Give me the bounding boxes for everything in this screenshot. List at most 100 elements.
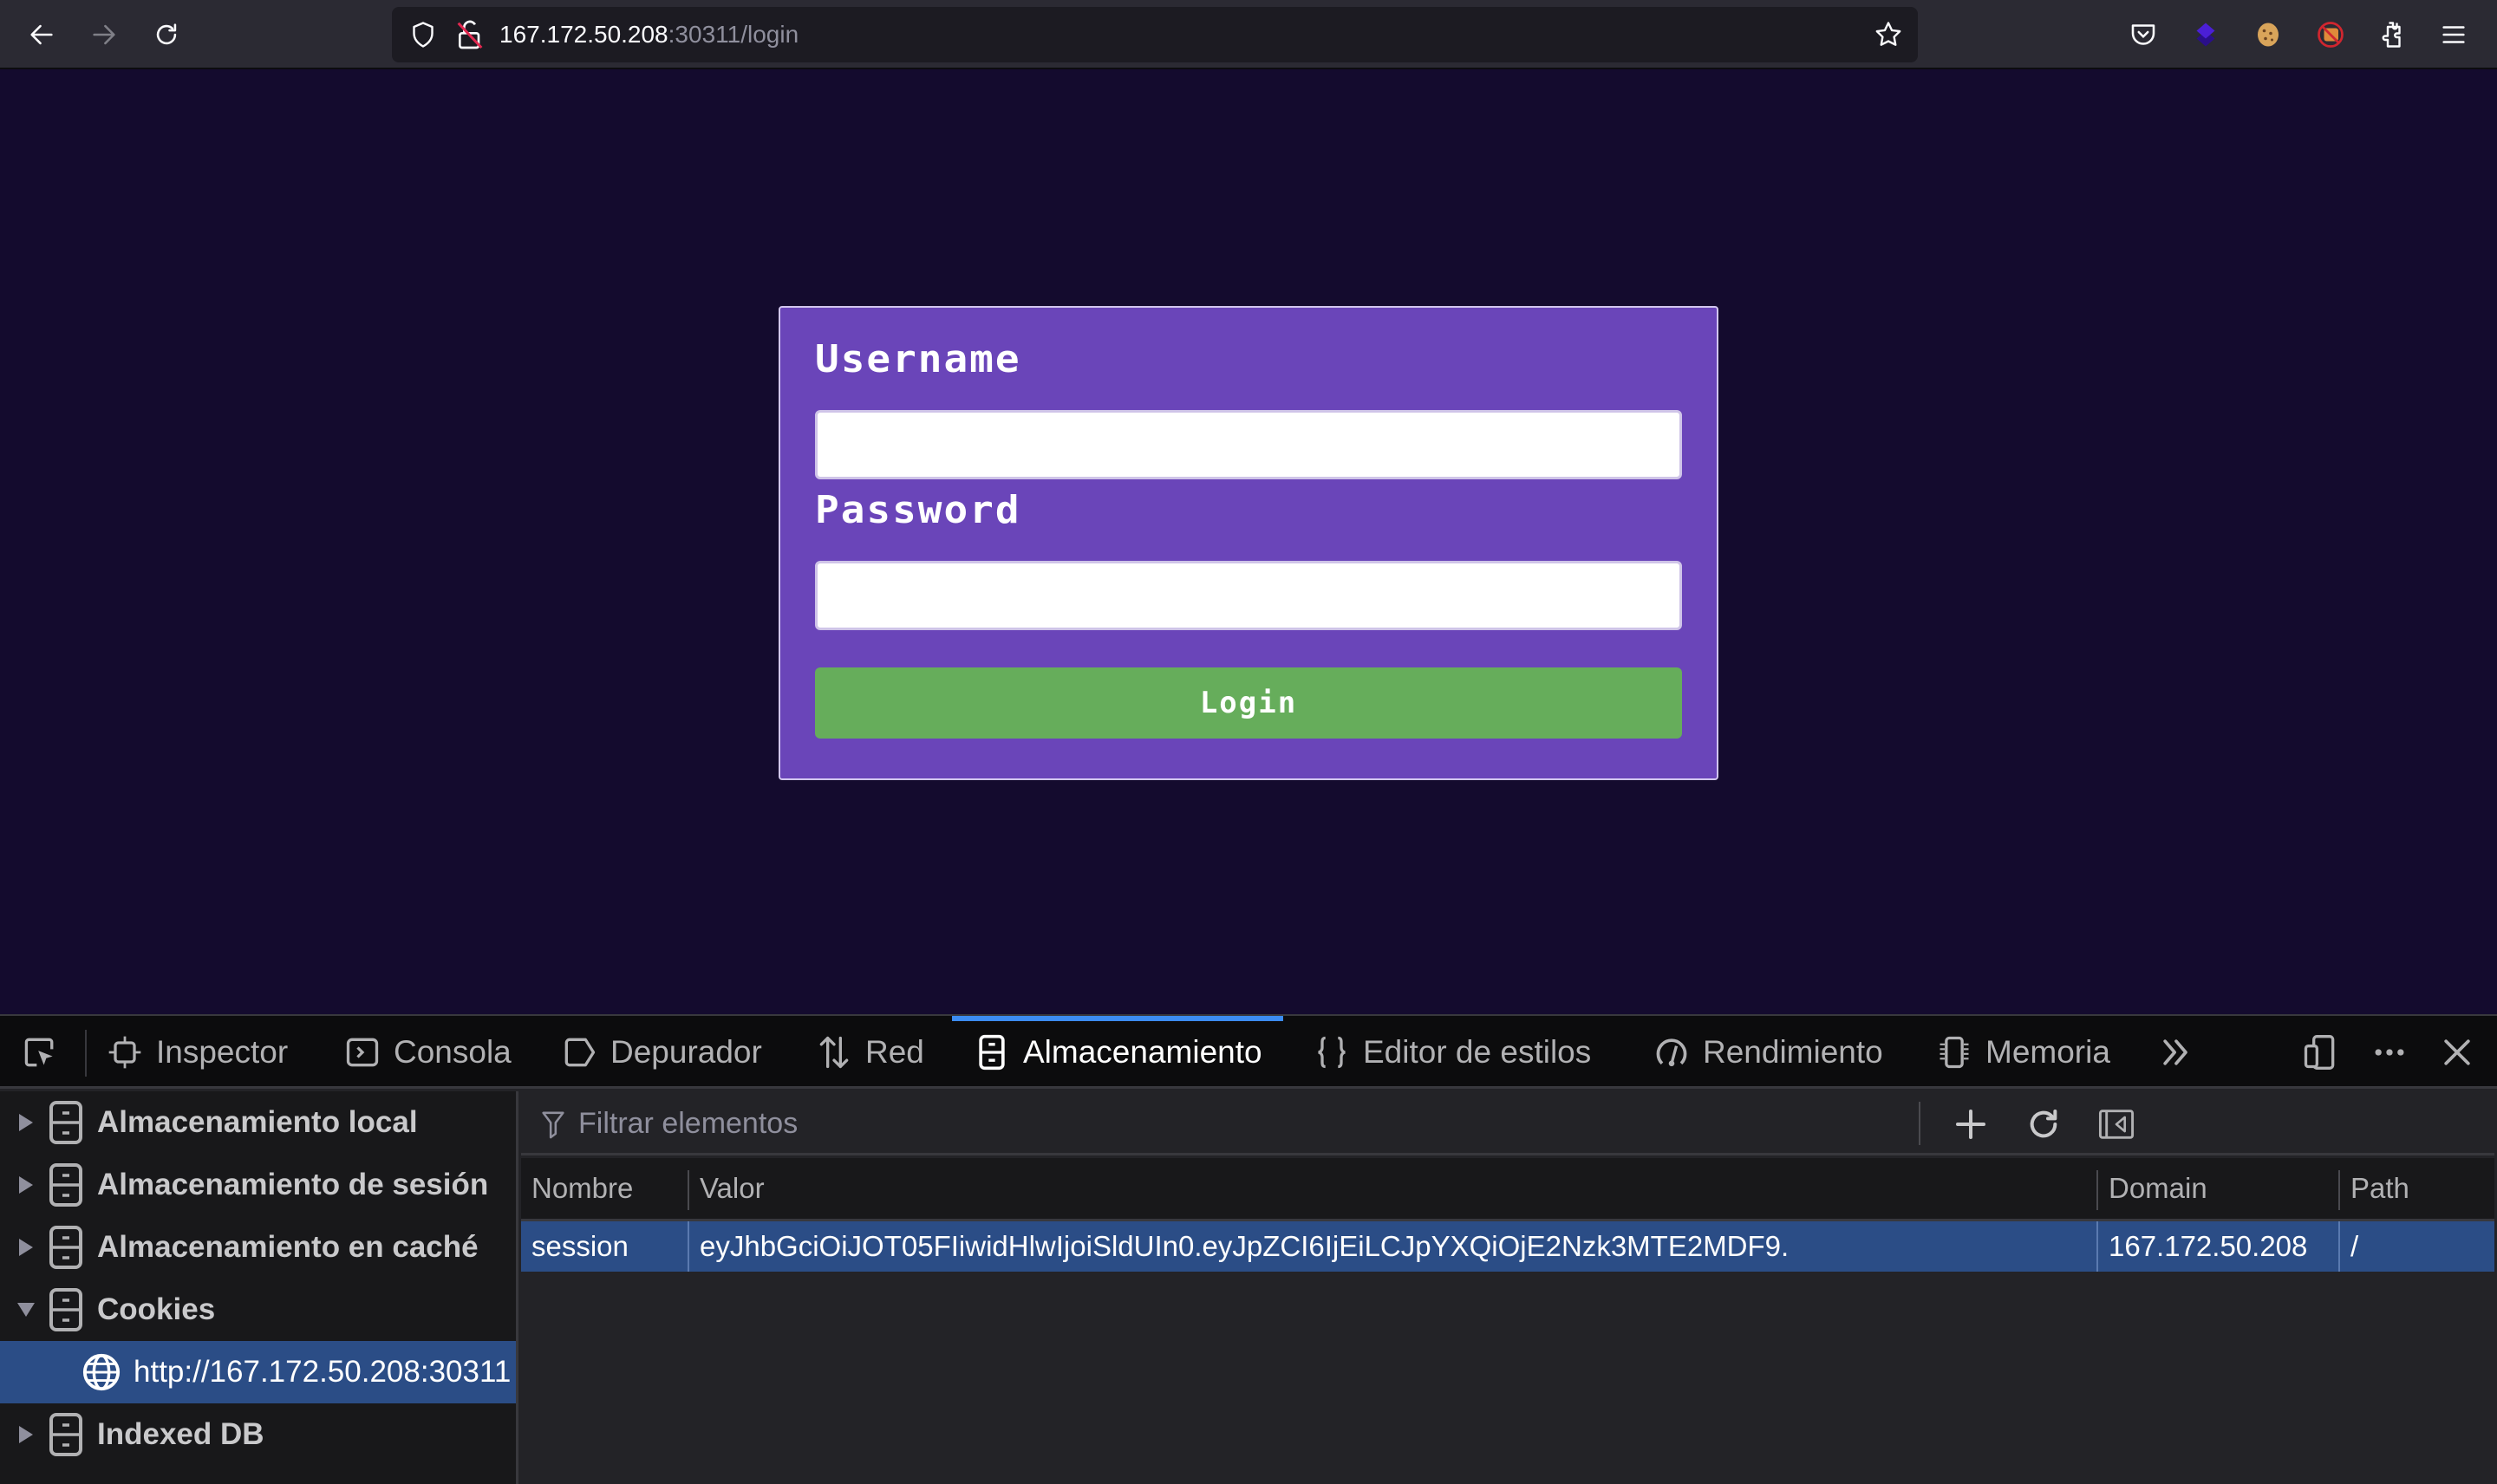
hamburger-menu-icon bbox=[2442, 26, 2465, 43]
tab-label: Inspector bbox=[156, 1034, 289, 1070]
page-content: Username Password Login bbox=[0, 69, 2497, 1014]
tab-label: Depurador bbox=[610, 1034, 762, 1070]
devtools-tab-bar: Inspector Consola Depurador Red Almacena… bbox=[0, 1016, 2497, 1089]
tab-label: Almacenamiento bbox=[1023, 1034, 1262, 1070]
cookie-path-cell[interactable]: / bbox=[2340, 1221, 2494, 1272]
expand-arrow-icon[interactable] bbox=[17, 1239, 35, 1256]
tab-inspector[interactable]: Inspector bbox=[106, 1016, 288, 1089]
expand-arrow-icon[interactable] bbox=[17, 1426, 35, 1443]
tab-separator bbox=[85, 1030, 87, 1077]
tree-item-label: Almacenamiento local bbox=[97, 1105, 418, 1139]
memory-icon bbox=[1940, 1036, 1969, 1069]
arrow-right-icon bbox=[93, 24, 115, 45]
password-input[interactable] bbox=[815, 561, 1682, 630]
network-icon bbox=[819, 1036, 849, 1069]
globe-icon bbox=[82, 1353, 121, 1391]
storage-table-panel: Nombre Valor Domain Path session eyJhbGc… bbox=[521, 1091, 2494, 1484]
refresh-items-button[interactable] bbox=[2023, 1103, 2064, 1145]
url-path: :30311/login bbox=[668, 21, 799, 48]
insecure-lock-icon[interactable] bbox=[453, 17, 487, 52]
toolbar-separator bbox=[1919, 1102, 1920, 1145]
element-picker-button[interactable] bbox=[19, 1032, 61, 1073]
tab-label: Memoria bbox=[1985, 1034, 2110, 1070]
app-menu-button[interactable] bbox=[2435, 16, 2473, 54]
tree-item-label: Indexed DB bbox=[97, 1417, 264, 1451]
purple-layers-extension-icon bbox=[2196, 23, 2215, 47]
tab-label: Rendimiento bbox=[1703, 1034, 1883, 1070]
toggle-sidebar-button[interactable] bbox=[2096, 1103, 2137, 1145]
username-label: Username bbox=[815, 336, 1021, 381]
tab-label: Editor de estilos bbox=[1363, 1034, 1592, 1070]
tab-label: Consola bbox=[394, 1034, 512, 1070]
tab-storage[interactable]: Almacenamiento bbox=[952, 1016, 1283, 1089]
storage-icon bbox=[49, 1226, 82, 1269]
refresh-icon bbox=[2030, 1110, 2057, 1138]
style-editor-icon bbox=[1318, 1036, 1346, 1069]
filter-funnel-icon bbox=[542, 1111, 564, 1139]
reload-icon bbox=[156, 23, 177, 45]
element-picker-icon bbox=[24, 1038, 54, 1067]
tree-item-cookies[interactable]: Cookies bbox=[0, 1279, 516, 1341]
column-header-value[interactable]: Valor bbox=[689, 1158, 2096, 1219]
tab-network[interactable]: Red bbox=[815, 1016, 924, 1089]
purple-layers-extension-button[interactable] bbox=[2187, 16, 2225, 54]
tree-item-local-storage[interactable]: Almacenamiento local bbox=[0, 1091, 516, 1154]
browser-toolbar: 167.172.50.208:30311/login bbox=[0, 0, 2497, 69]
column-header-domain[interactable]: Domain bbox=[2098, 1158, 2338, 1219]
login-button[interactable]: Login bbox=[815, 667, 1682, 739]
storage-icon bbox=[49, 1413, 82, 1456]
responsive-design-button[interactable] bbox=[2299, 1032, 2341, 1073]
bookmark-star-icon[interactable] bbox=[1873, 19, 1904, 50]
more-tools-chevron-button[interactable] bbox=[2155, 1032, 2197, 1073]
tab-console[interactable]: Consola bbox=[343, 1016, 512, 1089]
reload-button[interactable] bbox=[146, 14, 187, 55]
tree-item-label: http://167.172.50.208:30311 bbox=[134, 1355, 512, 1389]
responsive-design-icon bbox=[2304, 1035, 2335, 1070]
performance-icon bbox=[1656, 1038, 1687, 1067]
tree-item-label: Almacenamiento en caché bbox=[97, 1230, 479, 1264]
blocked-extension-button[interactable] bbox=[2311, 16, 2350, 54]
url-bar[interactable]: 167.172.50.208:30311/login bbox=[392, 7, 1918, 62]
tree-item-label: Cookies bbox=[97, 1292, 216, 1326]
debugger-icon bbox=[564, 1038, 596, 1067]
storage-icon bbox=[49, 1101, 82, 1144]
devtools-panel: Inspector Consola Depurador Red Almacena… bbox=[0, 1014, 2497, 1484]
console-icon bbox=[346, 1038, 379, 1067]
username-input[interactable] bbox=[815, 410, 1682, 479]
cookie-extension-icon bbox=[2258, 23, 2279, 47]
expand-arrow-icon[interactable] bbox=[17, 1176, 35, 1194]
close-devtools-button[interactable] bbox=[2436, 1032, 2478, 1073]
cookie-extension-button[interactable] bbox=[2249, 16, 2287, 54]
tree-item-session-storage[interactable]: Almacenamiento de sesión bbox=[0, 1154, 516, 1216]
back-button[interactable] bbox=[21, 14, 62, 55]
forward-button[interactable] bbox=[83, 14, 125, 55]
tracking-protection-shield-icon[interactable] bbox=[407, 19, 439, 50]
table-row[interactable]: session eyJhbGciOiJOT05FIiwidHlwIjoiSldU… bbox=[521, 1221, 2494, 1272]
extensions-button[interactable] bbox=[2374, 16, 2412, 54]
url-text[interactable]: 167.172.50.208:30311/login bbox=[499, 7, 799, 62]
tab-style-editor[interactable]: Editor de estilos bbox=[1313, 1016, 1591, 1089]
more-options-icon bbox=[2375, 1049, 2404, 1056]
cookie-name-cell[interactable]: session bbox=[521, 1221, 688, 1272]
devtools-options-button[interactable] bbox=[2369, 1032, 2410, 1073]
add-item-button[interactable] bbox=[1950, 1103, 1992, 1145]
tree-item-indexed-db[interactable]: Indexed DB bbox=[0, 1403, 516, 1466]
cookie-domain-cell[interactable]: 167.172.50.208 bbox=[2098, 1221, 2338, 1272]
tree-item-label: Almacenamiento de sesión bbox=[97, 1168, 489, 1201]
arrow-left-icon bbox=[30, 24, 53, 45]
url-host: 167.172.50.208 bbox=[499, 21, 668, 48]
tab-performance[interactable]: Rendimiento bbox=[1653, 1016, 1883, 1089]
tree-item-cache-storage[interactable]: Almacenamiento en caché bbox=[0, 1216, 516, 1279]
tab-memory[interactable]: Memoria bbox=[1935, 1016, 2110, 1089]
double-chevron-right-icon bbox=[2163, 1039, 2187, 1065]
cookie-value-cell[interactable]: eyJhbGciOiJOT05FIiwidHlwIjoiSldUIn0.eyJp… bbox=[689, 1221, 2096, 1272]
filter-toolbar bbox=[521, 1091, 2494, 1155]
table-header: Nombre Valor Domain Path bbox=[521, 1158, 2494, 1221]
expand-arrow-icon[interactable] bbox=[17, 1114, 35, 1131]
pocket-button[interactable] bbox=[2124, 16, 2162, 54]
column-header-name[interactable]: Nombre bbox=[521, 1158, 688, 1219]
tab-debugger[interactable]: Depurador bbox=[560, 1016, 762, 1089]
column-header-path[interactable]: Path bbox=[2340, 1158, 2494, 1219]
tree-item-cookie-origin[interactable]: http://167.172.50.208:30311 bbox=[0, 1341, 516, 1403]
collapse-arrow-icon[interactable] bbox=[17, 1303, 35, 1317]
